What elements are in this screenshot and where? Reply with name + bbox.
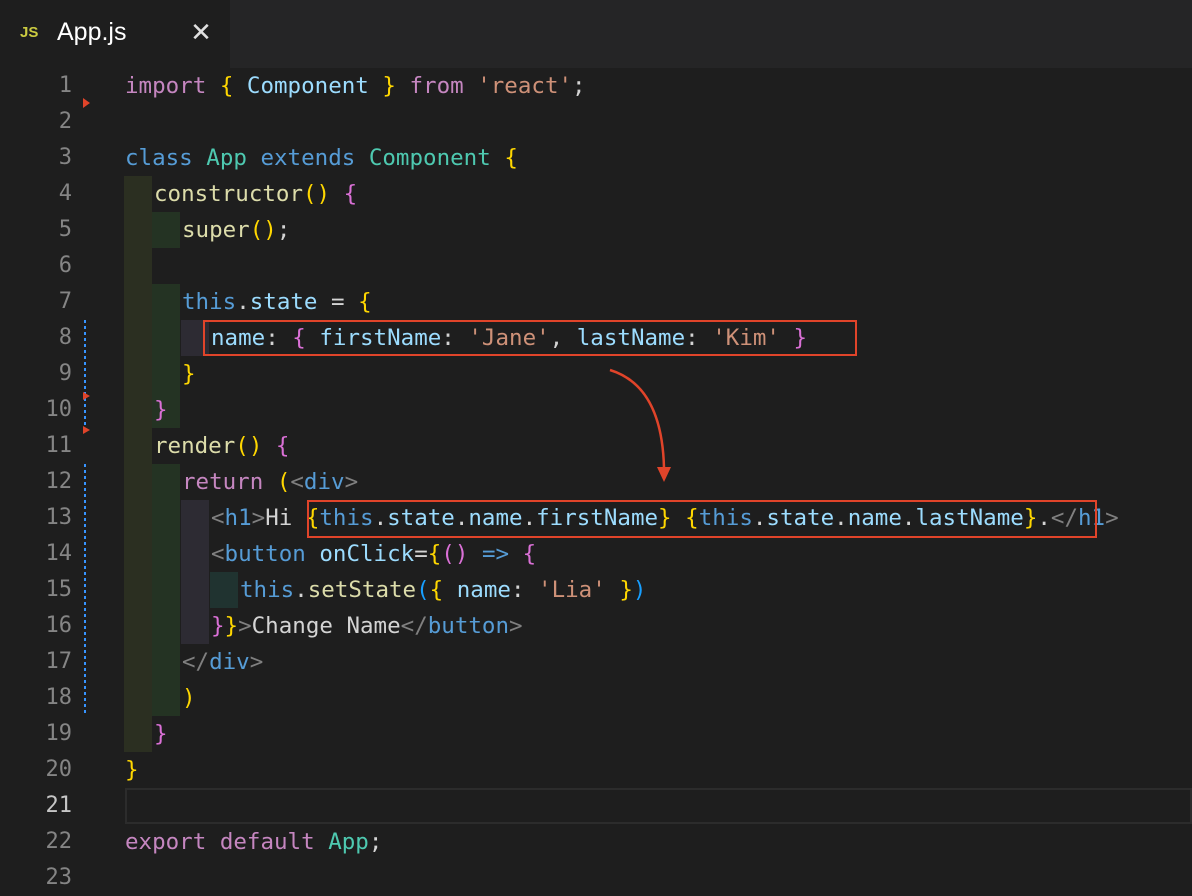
deleted-line-marker xyxy=(83,98,90,108)
line-number: 6 xyxy=(58,253,72,278)
code-line-20[interactable]: } xyxy=(125,752,139,788)
line-number: 15 xyxy=(45,577,73,602)
deleted-line-marker xyxy=(83,426,90,434)
indent-guide xyxy=(124,176,152,752)
tab-title: App.js xyxy=(57,18,127,46)
line-number: 13 xyxy=(45,505,73,530)
code-line-15[interactable]: this.setState({ name: 'Lia' }) xyxy=(240,572,646,608)
line-number: 7 xyxy=(58,289,72,314)
code-line-16[interactable]: }}>Change Name</button> xyxy=(211,608,523,644)
line-number: 5 xyxy=(58,217,72,242)
line-number: 4 xyxy=(58,181,72,206)
current-line-highlight xyxy=(125,788,1192,824)
line-number: 3 xyxy=(58,145,72,170)
tab-bar: JS App.js ✕ xyxy=(0,0,1192,68)
indent-guide xyxy=(152,464,180,716)
line-number: 19 xyxy=(45,721,73,746)
code-line-4[interactable]: constructor() { xyxy=(154,176,357,212)
javascript-file-icon: JS xyxy=(20,24,39,41)
line-number: 8 xyxy=(58,325,72,350)
code-line-9[interactable]: } xyxy=(182,356,196,392)
code-line-11[interactable]: render() { xyxy=(154,428,289,464)
code-line-5[interactable]: super(); xyxy=(182,212,290,248)
line-number: 9 xyxy=(58,361,72,386)
line-number: 11 xyxy=(45,433,73,458)
git-change-decorations xyxy=(83,98,90,714)
code-line-18[interactable]: ) xyxy=(182,680,196,716)
line-number: 20 xyxy=(45,757,73,782)
code-line-7[interactable]: this.state = { xyxy=(182,284,372,320)
indent-guide xyxy=(210,572,238,608)
line-number: 12 xyxy=(45,469,73,494)
deleted-line-marker xyxy=(83,392,90,400)
code-line-3[interactable]: class App extends Component { xyxy=(125,140,518,176)
state-definition-highlight-box xyxy=(203,320,857,356)
line-number: 17 xyxy=(45,649,73,674)
tab-app-js[interactable]: JS App.js ✕ xyxy=(0,0,230,68)
code-line-14[interactable]: <button onClick={() => { xyxy=(211,536,536,572)
indent-guide xyxy=(152,212,180,248)
annotation-arrow xyxy=(609,368,671,482)
line-number: 22 xyxy=(45,829,73,854)
indent-guide xyxy=(181,500,209,644)
code-line-10[interactable]: } xyxy=(154,392,168,428)
line-number: 14 xyxy=(45,541,73,566)
line-number: 2 xyxy=(58,109,72,134)
close-icon[interactable]: ✕ xyxy=(186,16,216,50)
line-number: 16 xyxy=(45,613,73,638)
line-number: 10 xyxy=(45,397,73,422)
code-editor[interactable]: 1 2 3 4 5 6 7 8 9 10 11 12 13 14 15 16 17 18 19 20 21 22 23 im… xyxy=(0,68,1192,890)
line-number: 21 xyxy=(45,793,73,818)
line-number: 18 xyxy=(45,685,73,710)
state-usage-highlight-box xyxy=(307,500,1097,538)
code-line-17[interactable]: </div> xyxy=(182,644,263,680)
code-line-19[interactable]: } xyxy=(154,716,168,752)
line-number: 1 xyxy=(58,73,72,98)
code-line-1[interactable]: import { Component } from 'react'; xyxy=(125,68,586,104)
code-line-12[interactable]: return (<div> xyxy=(182,464,358,500)
code-line-22[interactable]: export default App; xyxy=(125,824,382,860)
line-number: 23 xyxy=(45,865,73,890)
